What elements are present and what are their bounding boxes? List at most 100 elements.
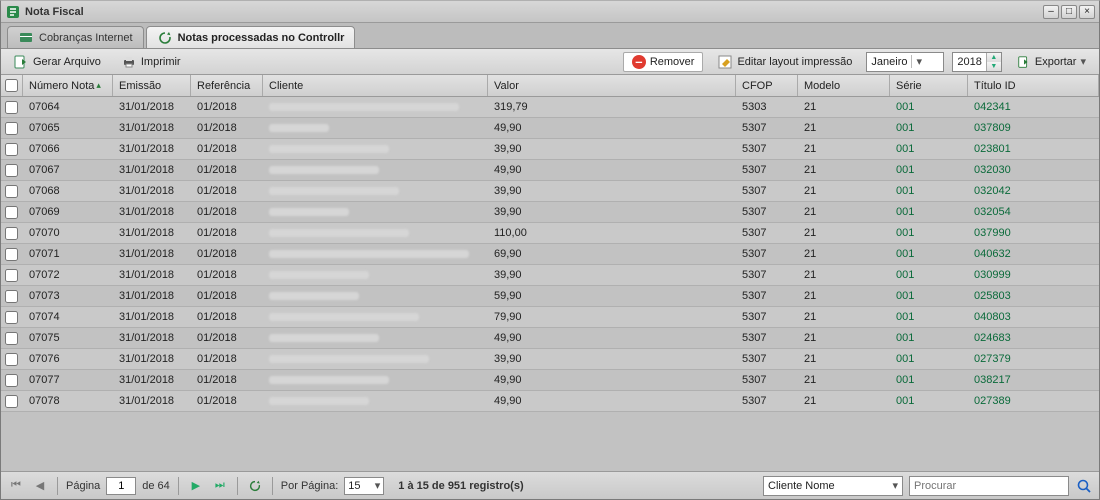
row-checkbox-cell[interactable] — [1, 244, 23, 264]
row-checkbox[interactable] — [5, 164, 18, 177]
cell-serie[interactable]: 001 — [890, 370, 968, 390]
remover-button[interactable]: – Remover — [623, 52, 704, 72]
cell-serie[interactable]: 001 — [890, 118, 968, 138]
cell-serie[interactable]: 001 — [890, 244, 968, 264]
row-checkbox-cell[interactable] — [1, 139, 23, 159]
gerar-arquivo-button[interactable]: Gerar Arquivo — [7, 52, 107, 72]
cell-titulo-id[interactable]: 025803 — [968, 286, 1099, 306]
row-checkbox[interactable] — [5, 395, 18, 408]
imprimir-button[interactable]: Imprimir — [115, 52, 187, 72]
cell-titulo-id[interactable]: 040632 — [968, 244, 1099, 264]
table-row[interactable]: 0707131/01/201801/201869,905307210010406… — [1, 244, 1099, 265]
cell-serie[interactable]: 001 — [890, 307, 968, 327]
col-cfop[interactable]: CFOP — [736, 75, 798, 96]
col-emissao[interactable]: Emissão — [113, 75, 191, 96]
row-checkbox[interactable] — [5, 332, 18, 345]
cell-titulo-id[interactable]: 040803 — [968, 307, 1099, 327]
per-page-select[interactable]: 15 ▾ — [344, 477, 384, 495]
cell-titulo-id[interactable]: 027389 — [968, 391, 1099, 411]
year-spinner[interactable]: 2018 ▲ ▼ — [952, 52, 1001, 72]
cell-serie[interactable]: 001 — [890, 328, 968, 348]
row-checkbox-cell[interactable] — [1, 97, 23, 117]
cell-titulo-id[interactable]: 030999 — [968, 265, 1099, 285]
row-checkbox-cell[interactable] — [1, 391, 23, 411]
row-checkbox-cell[interactable] — [1, 349, 23, 369]
tab-cobrancas[interactable]: Cobranças Internet — [7, 26, 144, 48]
row-checkbox[interactable] — [5, 269, 18, 282]
page-first-button[interactable]: ⏮ — [7, 477, 25, 495]
table-row[interactable]: 0707831/01/201801/201849,905307210010273… — [1, 391, 1099, 412]
table-row[interactable]: 0707431/01/201801/201879,905307210010408… — [1, 307, 1099, 328]
cell-titulo-id[interactable]: 037990 — [968, 223, 1099, 243]
row-checkbox[interactable] — [5, 290, 18, 303]
exportar-button[interactable]: Exportar ▾ — [1010, 52, 1093, 72]
table-row[interactable]: 0707031/01/201801/2018110,00530721001037… — [1, 223, 1099, 244]
editar-layout-button[interactable]: Editar layout impressão — [711, 52, 858, 72]
spinner-up[interactable]: ▲ — [987, 53, 1001, 62]
maximize-button[interactable]: □ — [1061, 5, 1077, 19]
table-row[interactable]: 0706431/01/201801/2018319,79530321001042… — [1, 97, 1099, 118]
cell-serie[interactable]: 001 — [890, 97, 968, 117]
table-row[interactable]: 0707731/01/201801/201849,905307210010382… — [1, 370, 1099, 391]
cell-titulo-id[interactable]: 023801 — [968, 139, 1099, 159]
cell-serie[interactable]: 001 — [890, 223, 968, 243]
minimize-button[interactable]: – — [1043, 5, 1059, 19]
page-prev-button[interactable]: ◀ — [31, 477, 49, 495]
cell-titulo-id[interactable]: 032042 — [968, 181, 1099, 201]
row-checkbox[interactable] — [5, 311, 18, 324]
page-next-button[interactable]: ▶ — [187, 477, 205, 495]
table-row[interactable]: 0707631/01/201801/201839,905307210010273… — [1, 349, 1099, 370]
row-checkbox[interactable] — [5, 227, 18, 240]
row-checkbox[interactable] — [5, 353, 18, 366]
row-checkbox-cell[interactable] — [1, 265, 23, 285]
col-numero-nota[interactable]: Número Nota — [23, 75, 113, 96]
row-checkbox-cell[interactable] — [1, 328, 23, 348]
row-checkbox[interactable] — [5, 374, 18, 387]
col-referencia[interactable]: Referência — [191, 75, 263, 96]
row-checkbox[interactable] — [5, 101, 18, 114]
row-checkbox[interactable] — [5, 248, 18, 261]
cell-titulo-id[interactable]: 042341 — [968, 97, 1099, 117]
close-button[interactable]: × — [1079, 5, 1095, 19]
page-input[interactable] — [106, 477, 136, 495]
row-checkbox[interactable] — [5, 143, 18, 156]
cell-serie[interactable]: 001 — [890, 265, 968, 285]
col-serie[interactable]: Série — [890, 75, 968, 96]
table-row[interactable]: 0707531/01/201801/201849,905307210010246… — [1, 328, 1099, 349]
cell-titulo-id[interactable]: 032030 — [968, 160, 1099, 180]
table-row[interactable]: 0707331/01/201801/201859,905307210010258… — [1, 286, 1099, 307]
search-input[interactable] — [909, 476, 1069, 496]
row-checkbox-cell[interactable] — [1, 202, 23, 222]
col-titulo-id[interactable]: Título ID — [968, 75, 1099, 96]
select-all-checkbox[interactable] — [5, 79, 18, 92]
row-checkbox[interactable] — [5, 185, 18, 198]
cell-serie[interactable]: 001 — [890, 391, 968, 411]
cell-serie[interactable]: 001 — [890, 181, 968, 201]
search-button[interactable] — [1075, 477, 1093, 495]
table-row[interactable]: 0707231/01/201801/201839,905307210010309… — [1, 265, 1099, 286]
table-row[interactable]: 0706631/01/201801/201839,905307210010238… — [1, 139, 1099, 160]
row-checkbox-cell[interactable] — [1, 118, 23, 138]
table-row[interactable]: 0706731/01/201801/201849,905307210010320… — [1, 160, 1099, 181]
page-last-button[interactable]: ⏭ — [211, 477, 229, 495]
cell-titulo-id[interactable]: 037809 — [968, 118, 1099, 138]
col-modelo[interactable]: Modelo — [798, 75, 890, 96]
cell-serie[interactable]: 001 — [890, 349, 968, 369]
row-checkbox[interactable] — [5, 122, 18, 135]
cell-serie[interactable]: 001 — [890, 139, 968, 159]
cell-titulo-id[interactable]: 024683 — [968, 328, 1099, 348]
cell-serie[interactable]: 001 — [890, 160, 968, 180]
cell-titulo-id[interactable]: 032054 — [968, 202, 1099, 222]
cell-titulo-id[interactable]: 027379 — [968, 349, 1099, 369]
table-row[interactable]: 0706531/01/201801/201849,905307210010378… — [1, 118, 1099, 139]
row-checkbox-cell[interactable] — [1, 160, 23, 180]
row-checkbox-cell[interactable] — [1, 307, 23, 327]
cell-serie[interactable]: 001 — [890, 286, 968, 306]
tab-notas-processadas[interactable]: Notas processadas no Controllr — [146, 26, 356, 48]
filter-field-select[interactable]: Cliente Nome ▾ — [763, 476, 903, 496]
col-valor[interactable]: Valor — [488, 75, 736, 96]
col-cliente[interactable]: Cliente — [263, 75, 488, 96]
spinner-down[interactable]: ▼ — [987, 62, 1001, 71]
table-row[interactable]: 0706931/01/201801/201839,905307210010320… — [1, 202, 1099, 223]
refresh-button[interactable] — [246, 477, 264, 495]
